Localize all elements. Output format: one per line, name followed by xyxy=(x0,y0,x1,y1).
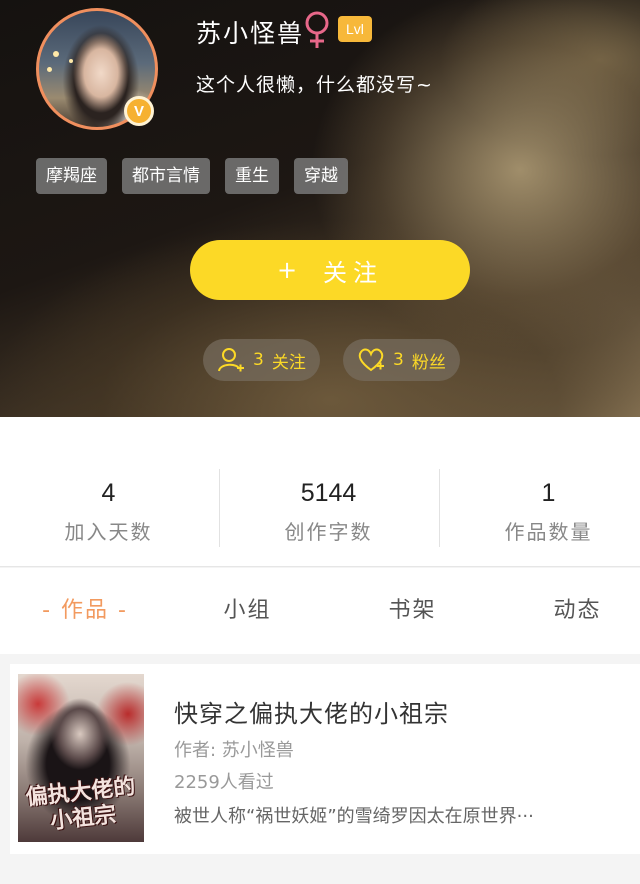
fans-pill[interactable]: 3 粉丝 xyxy=(343,339,460,381)
level-badge: Lvl xyxy=(338,16,372,42)
profile-page: V 苏小怪兽 Lvl 这个人很懒，什么都没写~ 摩羯座 都市言情 重生 穿越 +… xyxy=(0,0,640,884)
stat-value: 1 xyxy=(541,479,556,507)
female-icon xyxy=(305,11,329,48)
tag[interactable]: 穿越 xyxy=(294,158,348,194)
book-description: 被世人称“祸世妖姬”的雪绮罗因太在原世界··· xyxy=(174,806,534,827)
heart-icon xyxy=(358,348,384,372)
follow-label: 关注 xyxy=(323,258,384,287)
following-count: 3 xyxy=(253,350,264,370)
divider xyxy=(439,469,440,547)
avatar-light xyxy=(69,59,73,63)
tab-activity[interactable]: 动态 xyxy=(530,568,625,654)
book-author: 作者: 苏小怪兽 xyxy=(174,740,294,761)
stat-join-days: 4 加入天数 xyxy=(2,479,215,545)
tag[interactable]: 都市言情 xyxy=(122,158,210,194)
stat-works-count: 1 作品数量 xyxy=(442,479,640,545)
stat-value: 5144 xyxy=(300,479,357,507)
plus-icon: + xyxy=(276,256,304,284)
tag[interactable]: 摩羯座 xyxy=(36,158,107,194)
fans-label: 粉丝 xyxy=(411,352,446,373)
book-read-count: 2259人看过 xyxy=(174,772,274,793)
profile-header: V 苏小怪兽 Lvl 这个人很懒，什么都没写~ 摩羯座 都市言情 重生 穿越 +… xyxy=(0,0,640,417)
tab-groups[interactable]: 小组 xyxy=(200,568,295,654)
stat-label: 创作字数 xyxy=(284,520,373,544)
cover-title: 偏执大佬的小祖宗 xyxy=(24,774,137,835)
verified-badge: V xyxy=(124,96,154,126)
stat-value: 4 xyxy=(101,479,116,507)
tag[interactable]: 重生 xyxy=(225,158,279,194)
tag-list: 摩羯座 都市言情 重生 穿越 xyxy=(36,158,348,194)
bio-text: 这个人很懒，什么都没写~ xyxy=(196,74,433,96)
stat-word-count: 5144 创作字数 xyxy=(222,479,435,545)
divider xyxy=(219,469,220,547)
book-title[interactable]: 快穿之偏执大佬的小祖宗 xyxy=(174,694,449,729)
following-pill[interactable]: 3 关注 xyxy=(203,339,320,381)
add-user-icon xyxy=(218,348,244,372)
stats-bar: 4 加入天数 5144 创作字数 1 作品数量 xyxy=(0,417,640,567)
fans-count: 3 xyxy=(393,350,404,370)
tab-bookshelf[interactable]: 书架 xyxy=(365,568,460,654)
book-cover[interactable]: 偏执大佬的小祖宗 xyxy=(18,674,144,842)
tab-bar: - 作品 - 小组 书架 动态 xyxy=(0,568,640,654)
tab-works[interactable]: - 作品 - xyxy=(20,568,150,654)
avatar-light xyxy=(47,67,52,72)
stat-label: 作品数量 xyxy=(504,520,593,544)
follow-button[interactable]: + 关注 xyxy=(190,240,470,300)
avatar-light xyxy=(53,51,59,57)
book-card[interactable]: 偏执大佬的小祖宗 快穿之偏执大佬的小祖宗 作者: 苏小怪兽 2259人看过 被世… xyxy=(10,664,640,854)
stat-label: 加入天数 xyxy=(64,520,153,544)
username: 苏小怪兽 xyxy=(196,19,305,48)
following-label: 关注 xyxy=(271,352,306,373)
